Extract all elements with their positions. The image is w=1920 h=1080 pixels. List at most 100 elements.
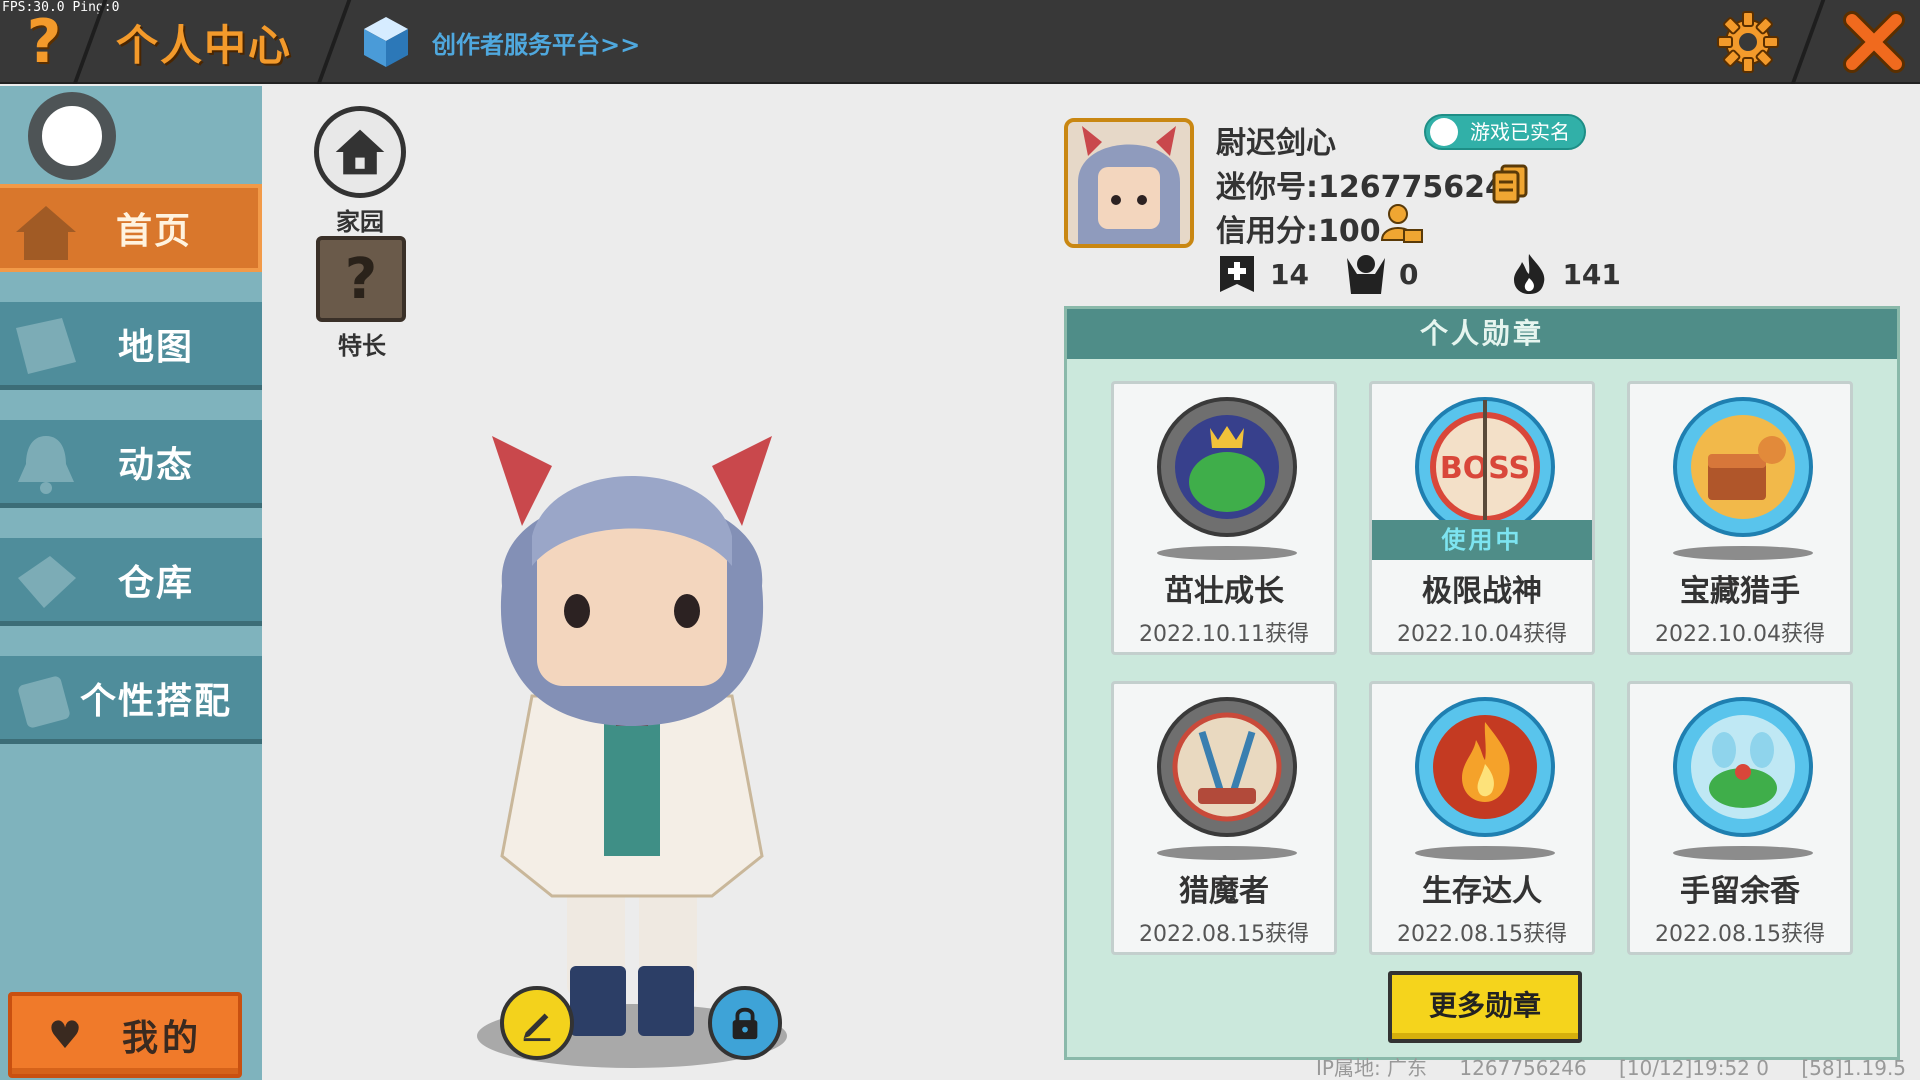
close-button[interactable] [1838, 8, 1910, 76]
stats-row: 14 0 141 [1216, 250, 1657, 298]
medal-date: 2022.08.15获得 [1655, 922, 1825, 947]
question-mark-icon: ? [26, 7, 62, 77]
fans-stat[interactable]: 0 [1345, 252, 1418, 296]
sidebar-item-label: 首页 [115, 211, 192, 252]
medal-card[interactable]: BOSS 使用中 极限战神 2022.10.04获得 [1369, 381, 1595, 655]
avatar-portrait [1068, 122, 1190, 244]
sidebar-item-label: 地图 [117, 326, 194, 368]
medal-card[interactable]: 宝藏猎手 2022.10.04获得 [1627, 381, 1853, 655]
creator-platform-link[interactable]: 创作者服务平台>> [362, 14, 640, 70]
medal-card[interactable]: 手留余香 2022.08.15获得 [1627, 681, 1853, 955]
sidebar-item-home[interactable]: 首页 [0, 184, 262, 272]
medal-panel: 个人勋章 茁壮成长 2022.10.11获得 BOSS 使用中 极限战神 202… [1064, 306, 1900, 1060]
house-icon [16, 206, 76, 260]
sidebar-item-storage[interactable]: 仓库 [0, 538, 262, 626]
box-icon [18, 556, 76, 608]
lock-icon [732, 1007, 758, 1040]
mine-button[interactable]: ♥ 我的 [8, 992, 242, 1078]
medal-shadow [1157, 846, 1297, 860]
pencil-icon [523, 1013, 551, 1042]
flame-icon [1514, 254, 1545, 294]
medal-card[interactable]: 茁壮成长 2022.10.11获得 [1111, 381, 1337, 655]
sidebar: 首页 地图 动态 仓库 个性搭配 ♥ 我的 [0, 86, 262, 1080]
medal-date: 2022.10.11获得 [1139, 622, 1309, 647]
player-name: 尉迟剑心 [1216, 126, 1336, 161]
copy-icon[interactable] [1492, 164, 1528, 204]
campfire-medal-icon [1415, 697, 1555, 837]
divider [1790, 0, 1826, 84]
edit-avatar-button[interactable] [500, 986, 574, 1060]
footer-user-id: 1267756246 [1459, 1056, 1587, 1080]
sidebar-item-map[interactable]: 地图 [0, 302, 262, 390]
medal-date: 2022.08.15获得 [1139, 922, 1309, 947]
home-label: 家园 [336, 208, 384, 236]
verified-badge-label: 游戏已实名 [1470, 120, 1570, 144]
skill-label: 特长 [338, 332, 386, 360]
footer-timestamp: [10/12]19:52 0 [1619, 1056, 1769, 1080]
avatar-area: 家园 ? 特长 [262, 86, 1072, 1080]
credit-person-icon[interactable] [1380, 202, 1424, 246]
medal-shadow [1673, 546, 1813, 560]
demon-hunter-medal-icon [1157, 697, 1297, 837]
page-title: 个人中心 [116, 21, 293, 70]
creator-link-label: 创作者服务平台>> [432, 30, 641, 59]
ip-location: IP属地: 广东 [1316, 1056, 1428, 1080]
credit-score: 信用分:100 [1216, 214, 1381, 249]
skill-button[interactable]: ? 特长 [316, 236, 408, 361]
heart-icon: ♥ [47, 1013, 83, 1057]
gear-icon [1717, 11, 1779, 73]
sidebar-toggle[interactable] [28, 92, 116, 180]
friends-count: 14 [1270, 257, 1309, 291]
help-button[interactable]: ? [14, 8, 74, 76]
footer-version: [58]1.19.5 [1801, 1056, 1907, 1080]
mini-id: 迷你号:1267756246 [1216, 170, 1527, 205]
divider [316, 0, 352, 84]
medal-card[interactable]: 猎魔者 2022.08.15获得 [1111, 681, 1337, 955]
sidebar-item-feed[interactable]: 动态 [0, 420, 262, 508]
bell-icon [18, 436, 74, 494]
medal-date: 2022.08.15获得 [1397, 922, 1567, 947]
add-friend-icon [1220, 256, 1254, 292]
medal-name: 手留余香 [1680, 874, 1800, 909]
medal-shadow [1157, 546, 1297, 560]
medal-date: 2022.10.04获得 [1655, 622, 1825, 647]
avatar[interactable] [1064, 118, 1194, 248]
lock-button[interactable] [708, 986, 782, 1060]
map-icon [16, 318, 76, 374]
home-button[interactable]: 家园 [314, 106, 406, 237]
medal-panel-title: 个人勋章 [1067, 309, 1897, 359]
medal-shadow [1673, 846, 1813, 860]
house-icon [335, 129, 385, 175]
medal-name: 茁壮成长 [1164, 574, 1284, 609]
in-use-label: 使用中 [1372, 520, 1592, 560]
sidebar-item-label: 动态 [117, 444, 194, 486]
medal-name: 生存达人 [1422, 874, 1542, 909]
outfit-icon [18, 676, 70, 728]
medal-name: 宝藏猎手 [1680, 574, 1800, 609]
person-check-icon [1430, 118, 1458, 146]
fans-icon [1346, 255, 1385, 294]
fragrance-medal-icon [1673, 697, 1813, 837]
sidebar-item-outfit[interactable]: 个性搭配 [0, 656, 262, 744]
treasure-medal-icon [1673, 397, 1813, 537]
top-bar: FPS:30.0 Ping:0 ? 个人中心 创作者服务平台>> [0, 0, 1920, 84]
medal-name: 猎魔者 [1179, 874, 1269, 909]
mine-button-label: 我的 [122, 1018, 203, 1059]
close-x-icon [1843, 11, 1905, 73]
sidebar-item-label: 个性搭配 [79, 680, 232, 722]
friends-stat[interactable]: 14 [1216, 252, 1309, 296]
medal-date: 2022.10.04获得 [1397, 622, 1567, 647]
sprout-medal-icon [1157, 397, 1297, 537]
settings-button[interactable] [1714, 8, 1782, 76]
medal-name: 极限战神 [1422, 574, 1542, 609]
medal-card[interactable]: 生存达人 2022.08.15获得 [1369, 681, 1595, 955]
profile-summary: 尉迟剑心 游戏已实名 迷你号:1267756246 信用分:100 14 0 1… [1064, 114, 1624, 304]
verified-badge: 游戏已实名 [1424, 114, 1586, 150]
footer-info: IP属地: 广东 1267756246 [10/12]19:52 0 [58]1… [1316, 1052, 1920, 1080]
popularity-stat[interactable]: 141 [1508, 252, 1621, 296]
creator-cube-icon [364, 17, 408, 67]
medal-shadow [1415, 846, 1555, 860]
more-medals-button[interactable]: 更多勋章 [1388, 971, 1582, 1043]
fans-count: 0 [1398, 257, 1419, 291]
question-mark-icon: ? [344, 246, 378, 312]
